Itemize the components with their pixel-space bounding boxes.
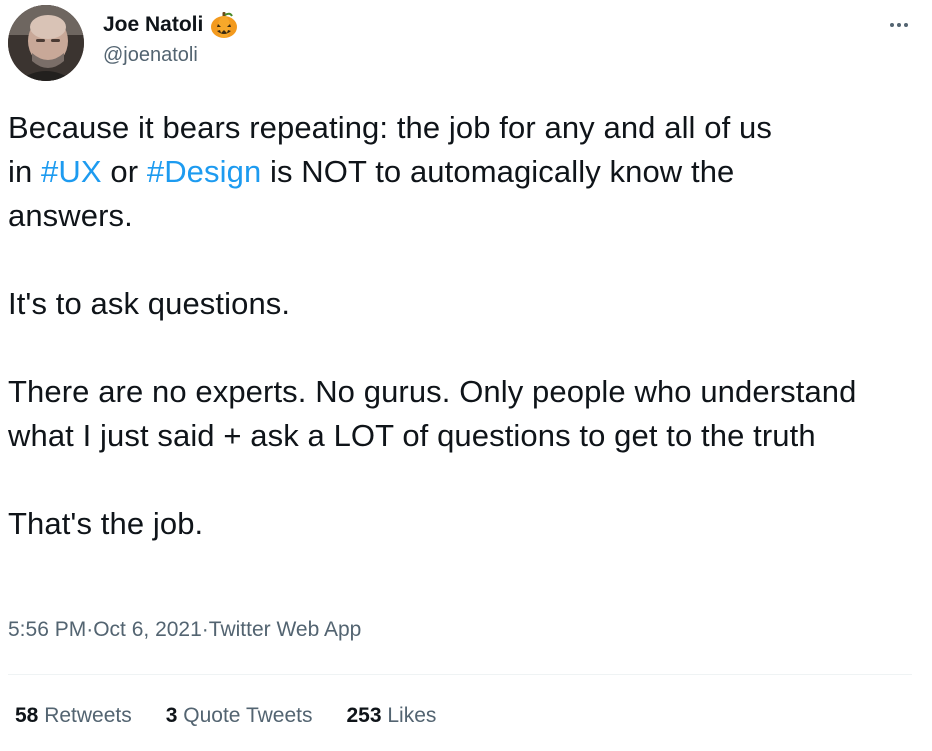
meta-separator: · (201, 618, 209, 641)
author-handle[interactable]: @joenatoli (103, 44, 198, 67)
tweet-line-2-prefix: in (8, 154, 42, 189)
tweet-card: Joe Natoli @joenatoli Because it bears r… (0, 0, 932, 751)
retweets-count: 58 (15, 704, 39, 727)
hashtag-design-link[interactable]: #Design (147, 154, 261, 189)
likes-count: 253 (346, 704, 382, 727)
tweet-date-link[interactable]: Oct 6, 2021 (93, 618, 202, 642)
tweet-paragraph-3: There are no experts. No gurus. Only peo… (8, 374, 857, 453)
avatar[interactable] (8, 5, 84, 81)
tweet-paragraph-4: That's the job. (8, 506, 204, 541)
pumpkin-icon (209, 10, 239, 40)
tweet-paragraph-2: It's to ask questions. (8, 286, 291, 321)
more-options-button[interactable] (884, 10, 914, 40)
retweets-label: Retweets (44, 704, 132, 727)
tweet-source-link[interactable]: Twitter Web App (209, 618, 362, 642)
more-icon-dot (890, 23, 894, 27)
tweet-paragraph-1: Because it bears repeating: the job for … (8, 106, 918, 238)
tweet-line-2-mid: or (101, 154, 147, 189)
tweet-stats: 58 Retweets 3 Quote Tweets 253 Likes (15, 704, 436, 728)
hashtag-ux-link[interactable]: #UX (41, 154, 102, 189)
author-display-name[interactable]: Joe Natoli (103, 13, 203, 37)
tweet-text: Because it bears repeating: the job for … (8, 106, 918, 546)
tweet-time-link[interactable]: 5:56 PM (8, 618, 86, 642)
retweets-stat-link[interactable]: 58 Retweets (15, 704, 132, 728)
quote-tweets-stat-link[interactable]: 3 Quote Tweets (166, 704, 313, 728)
tweet-metadata: 5:56 PM · Oct 6, 2021 · Twitter Web App (8, 618, 361, 642)
avatar-photo-icon (8, 5, 84, 81)
tweet-line-3: answers. (8, 198, 133, 233)
tweet-line-2-suffix: is NOT to automagically know the (261, 154, 735, 189)
author-name-row: Joe Natoli (103, 10, 239, 40)
divider (8, 674, 912, 675)
likes-stat-link[interactable]: 253 Likes (346, 704, 436, 728)
quote-tweets-label: Quote Tweets (183, 704, 313, 727)
tweet-line-1: Because it bears repeating: the job for … (8, 110, 772, 145)
likes-label: Likes (387, 704, 437, 727)
more-icon-dot (897, 23, 901, 27)
quote-tweets-count: 3 (165, 704, 178, 727)
more-icon-dot (904, 23, 908, 27)
meta-separator: · (86, 618, 94, 641)
